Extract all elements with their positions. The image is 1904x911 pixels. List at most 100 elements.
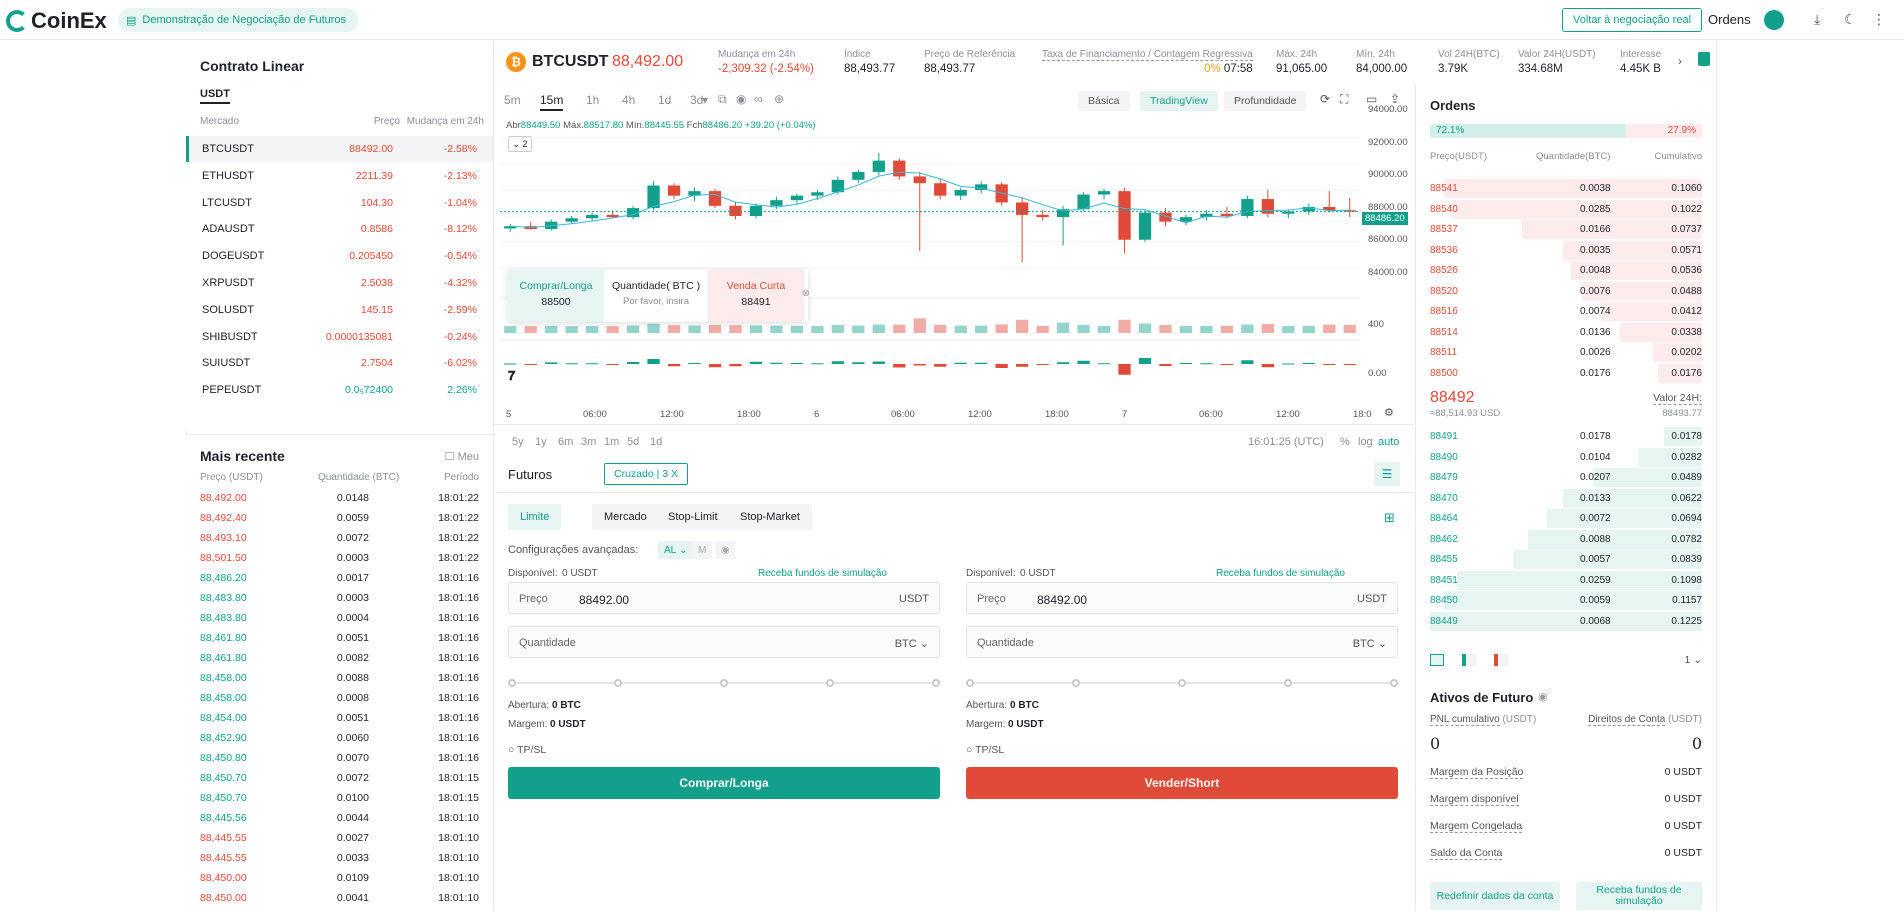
quick-buy-button[interactable]: Comprar/Longa 88500 [508,270,604,322]
moon-icon[interactable]: ☾ [1844,11,1857,28]
range-6m[interactable]: 6m [558,436,573,448]
market-row[interactable]: LTCUSDT 104.30 -1.04% [186,190,493,216]
timeframe-15m[interactable]: 15m [540,93,564,111]
more-icon[interactable]: ⋮ [1872,11,1886,28]
market-row[interactable]: ETHUSDT 2211.39 -2.13% [186,163,493,189]
bid-row[interactable]: 88470 0.0133 0.0622 [1430,488,1702,509]
order-type-tab[interactable]: Mercado [592,504,659,530]
book-view-both-icon[interactable] [1430,654,1444,666]
range-1m[interactable]: 1m [604,436,619,448]
market-row[interactable]: BTCUSDT 88492.00 -2.58% [186,136,493,162]
slider-step[interactable] [966,679,974,687]
tpsl-checkbox[interactable]: ○ TP/SL [966,744,1004,756]
col-price[interactable]: Preço [374,116,400,127]
bid-row[interactable]: 88462 0.0088 0.0782 [1430,529,1702,550]
scale-auto[interactable]: auto [1378,436,1399,448]
market-row[interactable]: PEPEUSDT 0.0₅72400 2.26% [186,377,493,403]
book-view-asks-icon[interactable] [1494,654,1508,666]
get-funds-link[interactable]: Receba fundos de simulação [1216,568,1345,579]
market-row[interactable]: SUIUSDT 2.7504 -6.02% [186,350,493,376]
chevron-down-icon[interactable]: ▾ [702,93,708,107]
close-icon[interactable]: ⊗ [802,288,810,299]
avatar[interactable] [1764,10,1784,30]
range-1y[interactable]: 1y [535,436,547,448]
precision-select[interactable]: 1 ⌄ [1684,654,1702,666]
price-input[interactable]: Preço 88492.00 USDT [966,582,1398,614]
bid-row[interactable]: 88464 0.0072 0.0694 [1430,508,1702,529]
col-change[interactable]: Mudança em 24h [407,116,484,127]
chart-view-tab[interactable]: Profundidade [1224,91,1307,111]
ask-row[interactable]: 88541 0.0038 0.1060 [1430,178,1702,199]
ask-row[interactable]: 88511 0.0026 0.0202 [1430,342,1702,363]
quantity-unit-select[interactable]: BTC ⌄ [895,637,929,650]
timeframe-1h[interactable]: 1h [586,93,599,107]
tpsl-checkbox[interactable]: ○ TP/SL [508,744,546,756]
slider-step[interactable] [1390,679,1398,687]
slider-step[interactable] [932,679,940,687]
mine-checkbox[interactable]: ☐ Meu [445,450,479,463]
add-indicator-icon[interactable]: ⊕ [774,92,784,106]
market-row[interactable]: XRPUSDT 2.5038 -4.32% [186,270,493,296]
buy-long-button[interactable]: Comprar/Longa [508,767,940,799]
candle-type-icon[interactable]: ⧉ [718,92,727,107]
slider-step[interactable] [1072,679,1080,687]
slider-step[interactable] [826,679,834,687]
scale-log[interactable]: log [1358,436,1373,448]
settings-icon[interactable]: ⚙ [1384,406,1394,419]
ask-row[interactable]: 88514 0.0136 0.0338 [1430,322,1702,343]
book-view-bids-icon[interactable] [1462,654,1476,666]
reset-account-button[interactable]: Redefinir dados da conta [1430,882,1560,910]
ask-row[interactable]: 88536 0.0035 0.0571 [1430,240,1702,261]
ask-row[interactable]: 88526 0.0048 0.0536 [1430,260,1702,281]
market-row[interactable]: DOGEUSDT 0.205450 -0.54% [186,243,493,269]
eye-icon[interactable]: ◉ [716,541,735,559]
order-type-tab[interactable]: Stop-Limit [656,504,730,530]
quantity-input[interactable]: Quantidade BTC ⌄ [508,626,940,658]
eye-icon[interactable]: ◉ [736,92,746,106]
coinex-logo[interactable]: CoinEx [6,8,107,34]
slider-step[interactable] [508,679,516,687]
chart-view-tab[interactable]: Básica [1078,91,1130,111]
chart-view-tab[interactable]: TradingView [1140,91,1218,111]
order-type-tab[interactable]: Stop-Market [728,504,812,530]
quantity-unit-select[interactable]: BTC ⌄ [1353,637,1387,650]
market-row[interactable]: SOLUSDT 145.15 -2.59% [186,297,493,323]
ticker-symbol[interactable]: BTCUSDT [532,53,608,71]
back-to-real-button[interactable]: Voltar à negociação real [1562,8,1703,32]
ask-row[interactable]: 88516 0.0074 0.0412 [1430,301,1702,322]
quantity-input[interactable]: Quantidade BTC ⌄ [966,626,1398,658]
amount-slider[interactable] [966,678,1398,688]
range-1d[interactable]: 1d [650,436,662,448]
adv-m-button[interactable]: M [692,541,713,559]
ask-row[interactable]: 88520 0.0076 0.0488 [1430,281,1702,302]
chevron-right-icon[interactable]: › [1678,54,1682,68]
timeframe-1d[interactable]: 1d [658,93,671,107]
slider-step[interactable] [614,679,622,687]
ask-row[interactable]: 88500 0.0176 0.0176 [1430,363,1702,384]
get-sim-funds-button[interactable]: Receba fundos de simulação [1576,882,1702,910]
timeframe-4h[interactable]: 4h [622,93,635,107]
sliders-icon[interactable]: ☰ [1374,462,1400,486]
margin-mode-button[interactable]: Cruzado | 3 X [604,463,689,485]
grid-icon[interactable]: ⊞ [1384,510,1395,526]
book-icon[interactable] [1698,52,1710,66]
ask-row[interactable]: 88540 0.0285 0.1022 [1430,199,1702,220]
bid-row[interactable]: 88455 0.0057 0.0839 [1430,549,1702,570]
bid-row[interactable]: 88479 0.0207 0.0489 [1430,467,1702,488]
bid-row[interactable]: 88451 0.0259 0.1098 [1430,570,1702,591]
quick-sell-button[interactable]: Venda Curta 88491 [708,270,804,322]
download-icon[interactable]: ⤓ [1814,11,1820,28]
bid-row[interactable]: 88491 0.0178 0.0178 [1430,426,1702,447]
eye-icon[interactable]: ◉ [1538,690,1548,703]
col-market[interactable]: Mercado [200,116,239,127]
scale-%[interactable]: % [1340,436,1350,448]
range-5y[interactable]: 5y [512,436,524,448]
bid-row[interactable]: 88449 0.0068 0.1225 [1430,611,1702,632]
order-type-tab[interactable]: Limite [508,504,562,530]
price-input[interactable]: Preço 88492.00 USDT [508,582,940,614]
range-5d[interactable]: 5d [627,436,639,448]
compare-icon[interactable]: ∞ [754,92,763,106]
adv-al-select[interactable]: AL ⌄ [658,541,694,559]
demo-trading-badge[interactable]: ▤ Demonstração de Negociação de Futuros [118,8,359,32]
timeframe-5m[interactable]: 5m [504,93,521,107]
